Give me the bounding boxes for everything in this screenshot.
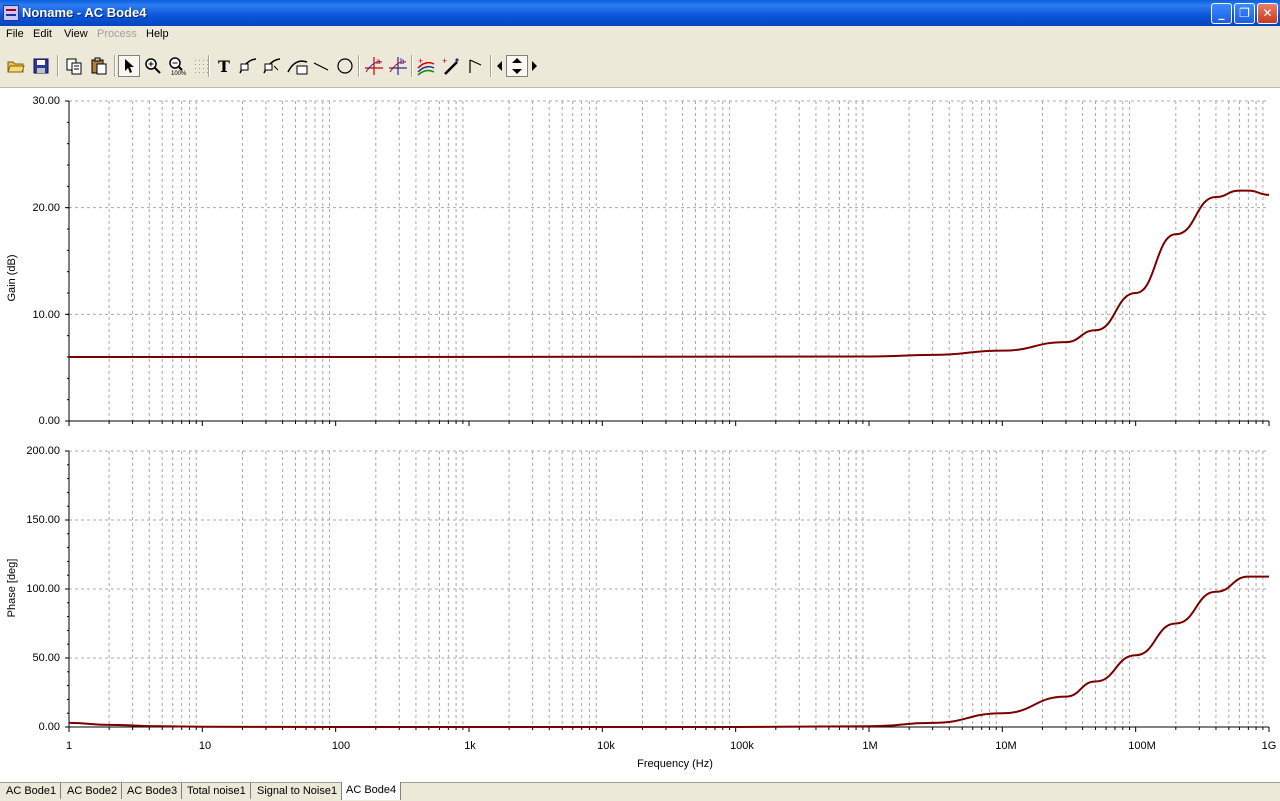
circle-tool-icon[interactable]	[334, 55, 356, 77]
menu-bar: File Edit View Process Help	[0, 26, 1280, 45]
gain-ytick-0: 0.00	[39, 415, 60, 427]
frequency-xlabel: Frequency (Hz)	[637, 758, 713, 770]
toolbar: 100% T a b + +	[0, 45, 1280, 88]
zoom-100-icon[interactable]: 100%	[166, 55, 188, 77]
toolbar-separator	[57, 55, 59, 77]
toolbar-separator	[208, 55, 210, 77]
menu-view[interactable]: View	[64, 28, 88, 40]
maximize-button[interactable]: ❐	[1234, 3, 1255, 24]
xtick-1k: 1k	[464, 740, 476, 752]
phase-plot[interactable]: Phase [deg] 200.00 150.00 100.00 50.00 0…	[6, 445, 1276, 770]
zoom-in-icon[interactable]	[142, 55, 164, 77]
add-marker-pen-icon[interactable]: +	[440, 55, 462, 77]
arrow-right-icon[interactable]	[529, 55, 541, 77]
minimize-button[interactable]: _	[1211, 3, 1232, 24]
line-tool-icon[interactable]	[310, 55, 332, 77]
tab-signal-to-noise1[interactable]: Signal to Noise1	[253, 783, 343, 799]
document-tabs: AC Bode1 AC Bode2 AC Bode3 Total noise1 …	[0, 782, 1280, 801]
phase-ytick-150: 150.00	[26, 514, 60, 526]
arrow-up-down-icon[interactable]	[506, 55, 528, 77]
xtick-100k: 100k	[730, 740, 754, 752]
tab-total-noise1[interactable]: Total noise1	[183, 783, 251, 799]
phase-ytick-100: 100.00	[26, 583, 60, 595]
phase-curve[interactable]	[68, 575, 1269, 729]
gain-plot[interactable]: Gain (dB) 30.00 20.00 10.00 0.00	[6, 95, 1270, 427]
tab-ac-bode4[interactable]: AC Bode4	[341, 782, 402, 800]
phase-ylabel: Phase [deg]	[6, 559, 18, 618]
flag-line-icon[interactable]	[465, 55, 487, 77]
xtick-100M: 100M	[1128, 740, 1156, 752]
gain-grid	[69, 100, 1269, 421]
paste-icon[interactable]	[88, 55, 110, 77]
tab-ac-bode3[interactable]: AC Bode3	[123, 783, 183, 799]
app-icon[interactable]	[3, 5, 19, 21]
gain-ylabel: Gain (dB)	[6, 254, 18, 301]
xtick-100: 100	[332, 740, 350, 752]
copy-icon[interactable]	[63, 55, 85, 77]
menu-process[interactable]: Process	[97, 28, 137, 40]
menu-edit[interactable]: Edit	[33, 28, 52, 40]
bode-plot[interactable]: Gain (dB) 30.00 20.00 10.00 0.00 Phase […	[0, 88, 1280, 782]
xtick-1M: 1M	[862, 740, 877, 752]
label-curve-value-icon[interactable]	[261, 55, 283, 77]
save-disk-icon[interactable]	[30, 55, 52, 77]
xtick-10: 10	[199, 740, 211, 752]
phase-axis-ticks	[65, 450, 1270, 732]
toolbar-separator	[411, 55, 413, 77]
gain-ytick-30: 30.00	[32, 95, 60, 107]
label-curve-icon[interactable]	[237, 55, 259, 77]
svg-text:a: a	[376, 57, 381, 66]
gain-axis-ticks	[65, 100, 1270, 426]
svg-text:100%: 100%	[171, 71, 187, 76]
arrow-left-icon[interactable]	[493, 55, 505, 77]
xtick-10k: 10k	[597, 740, 615, 752]
chart-area[interactable]: Gain (dB) 30.00 20.00 10.00 0.00 Phase […	[0, 88, 1280, 782]
phase-ytick-0: 0.00	[39, 721, 60, 733]
svg-text:+: +	[418, 56, 423, 66]
xtick-1G: 1G	[1262, 740, 1277, 752]
curve-label-marker-icon[interactable]	[287, 55, 309, 77]
svg-text:b: b	[400, 57, 405, 66]
cursor-a-icon[interactable]: a	[363, 55, 385, 77]
title-bar: Noname - AC Bode4 _ ❐ ✕	[0, 0, 1280, 26]
menu-file[interactable]: File	[6, 28, 24, 40]
xtick-10M: 10M	[995, 740, 1016, 752]
cursor-b-icon[interactable]: b	[387, 55, 409, 77]
text-tool-icon[interactable]: T	[213, 55, 235, 77]
toolbar-separator	[358, 55, 360, 77]
xtick-1: 1	[66, 740, 72, 752]
tab-ac-bode2[interactable]: AC Bode2	[63, 783, 123, 799]
close-button[interactable]: ✕	[1257, 3, 1278, 24]
svg-text:+: +	[442, 56, 447, 66]
phase-ytick-200: 200.00	[26, 445, 60, 457]
pointer-arrow-icon[interactable]	[118, 55, 140, 77]
phase-ytick-50: 50.00	[32, 652, 60, 664]
gain-ytick-20: 20.00	[32, 202, 60, 214]
add-curve-icon[interactable]: +	[415, 55, 437, 77]
phase-grid	[69, 450, 1269, 727]
window-title: Noname - AC Bode4	[22, 5, 147, 20]
gain-curve[interactable]	[69, 189, 1270, 359]
gain-ytick-10: 10.00	[32, 309, 60, 321]
text-tool-glyph: T	[218, 56, 230, 76]
open-folder-icon[interactable]	[5, 55, 27, 77]
toolbar-separator	[114, 55, 116, 77]
tab-ac-bode1[interactable]: AC Bode1	[2, 783, 62, 799]
toolbar-separator	[490, 55, 492, 77]
menu-help[interactable]: Help	[146, 28, 169, 40]
